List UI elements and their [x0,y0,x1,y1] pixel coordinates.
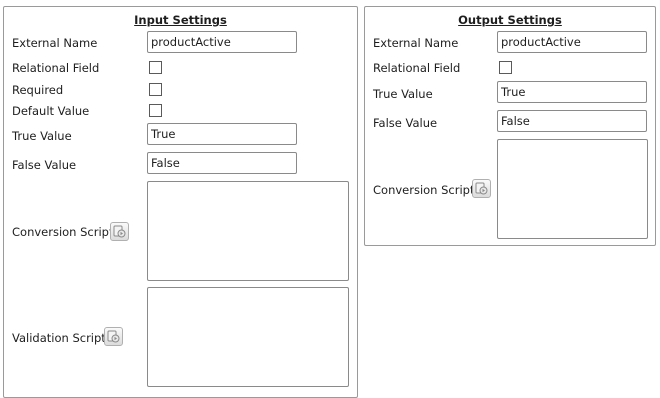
output-settings-title: Output Settings [458,13,562,27]
script-edit-icon [107,330,120,343]
output-external-name-field[interactable] [497,31,647,53]
output-conversion-script-button[interactable] [472,179,491,198]
output-settings-panel: Output Settings External Name Relational… [364,6,656,246]
input-default-value-checkbox[interactable] [149,104,162,117]
input-default-value-label: Default Value [12,104,90,118]
input-external-name-label: External Name [12,36,98,50]
output-conversion-script-editor[interactable] [497,139,648,239]
input-conversion-script-label: Conversion Script [12,225,114,239]
output-true-value-label: True Value [373,87,433,101]
input-validation-script-button[interactable] [104,327,123,346]
output-conversion-script-label: Conversion Script [373,183,475,197]
input-validation-script-label: Validation Script [12,331,106,345]
input-relational-field-checkbox[interactable] [149,61,162,74]
input-true-value-field[interactable] [147,123,297,145]
script-edit-icon [113,225,126,238]
output-true-value-field[interactable] [497,81,647,103]
input-settings-title: Input Settings [134,13,227,27]
input-conversion-script-button[interactable] [110,222,129,241]
input-relational-field-label: Relational Field [12,61,100,75]
input-required-checkbox[interactable] [149,83,162,96]
input-settings-panel: Input Settings External Name Relational … [3,6,358,398]
input-validation-script-editor[interactable] [147,287,349,387]
output-relational-field-checkbox[interactable] [499,61,512,74]
output-false-value-field[interactable] [497,110,647,132]
input-conversion-script-editor[interactable] [147,181,349,281]
input-false-value-field[interactable] [147,152,297,174]
input-required-label: Required [12,83,64,97]
output-false-value-label: False Value [373,116,438,130]
script-edit-icon [475,182,488,195]
input-external-name-field[interactable] [147,31,297,53]
output-external-name-label: External Name [373,36,459,50]
output-relational-field-label: Relational Field [373,61,461,75]
input-false-value-label: False Value [12,158,77,172]
input-true-value-label: True Value [12,129,72,143]
